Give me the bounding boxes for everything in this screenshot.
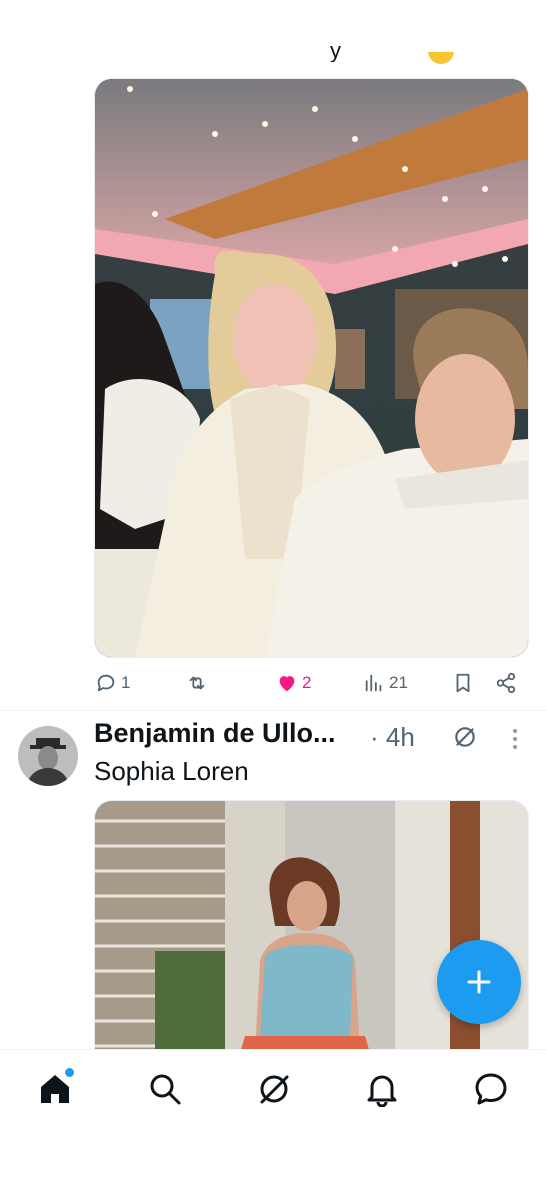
time-text: 4h xyxy=(385,722,415,752)
nav-home[interactable] xyxy=(37,1066,76,1107)
bell-icon xyxy=(367,1075,397,1108)
like-count: 2 xyxy=(302,673,312,692)
share-button[interactable] xyxy=(495,672,517,694)
tweet-text: Sophia Loren xyxy=(94,756,249,786)
search-icon xyxy=(150,1074,181,1105)
reply-button[interactable]: 1 xyxy=(95,672,130,694)
more-options-icon[interactable] xyxy=(508,726,522,752)
previous-tweet-text-fragment: y xyxy=(330,44,341,62)
plus-icon xyxy=(467,970,491,994)
notification-dot xyxy=(63,1066,76,1079)
separator-dot: · xyxy=(370,722,379,752)
view-count: 21 xyxy=(389,673,408,692)
tweet-timestamp[interactable]: · 4h xyxy=(370,722,415,753)
avatar[interactable] xyxy=(18,726,78,786)
compose-tweet-button[interactable] xyxy=(437,940,521,1024)
avatar-image xyxy=(18,726,78,786)
views-chart-icon xyxy=(365,674,382,692)
bookmark-button[interactable] xyxy=(452,672,474,694)
grok-icon[interactable] xyxy=(452,724,478,750)
photo-illustration xyxy=(95,79,528,657)
retweet-icon xyxy=(189,676,205,690)
like-button[interactable]: 2 xyxy=(276,672,311,694)
nav-messages[interactable] xyxy=(473,1071,509,1107)
heart-icon xyxy=(279,676,295,692)
share-icon xyxy=(496,672,516,694)
reply-count: 1 xyxy=(121,673,131,692)
reply-icon xyxy=(97,674,115,692)
emoji-fragment xyxy=(428,52,454,64)
nav-notifications[interactable] xyxy=(364,1071,400,1108)
nav-grok[interactable] xyxy=(256,1071,292,1107)
views-button[interactable]: 21 xyxy=(363,672,408,694)
nav-search[interactable] xyxy=(147,1071,183,1107)
retweet-button[interactable] xyxy=(186,672,212,694)
author-name[interactable]: Benjamin de Ullo... xyxy=(94,718,336,749)
tweet-image-restaurant-photo[interactable] xyxy=(94,78,529,658)
tweet-divider xyxy=(0,710,546,711)
message-icon xyxy=(475,1073,507,1105)
bookmark-icon xyxy=(456,673,470,693)
grok-icon xyxy=(260,1075,289,1104)
